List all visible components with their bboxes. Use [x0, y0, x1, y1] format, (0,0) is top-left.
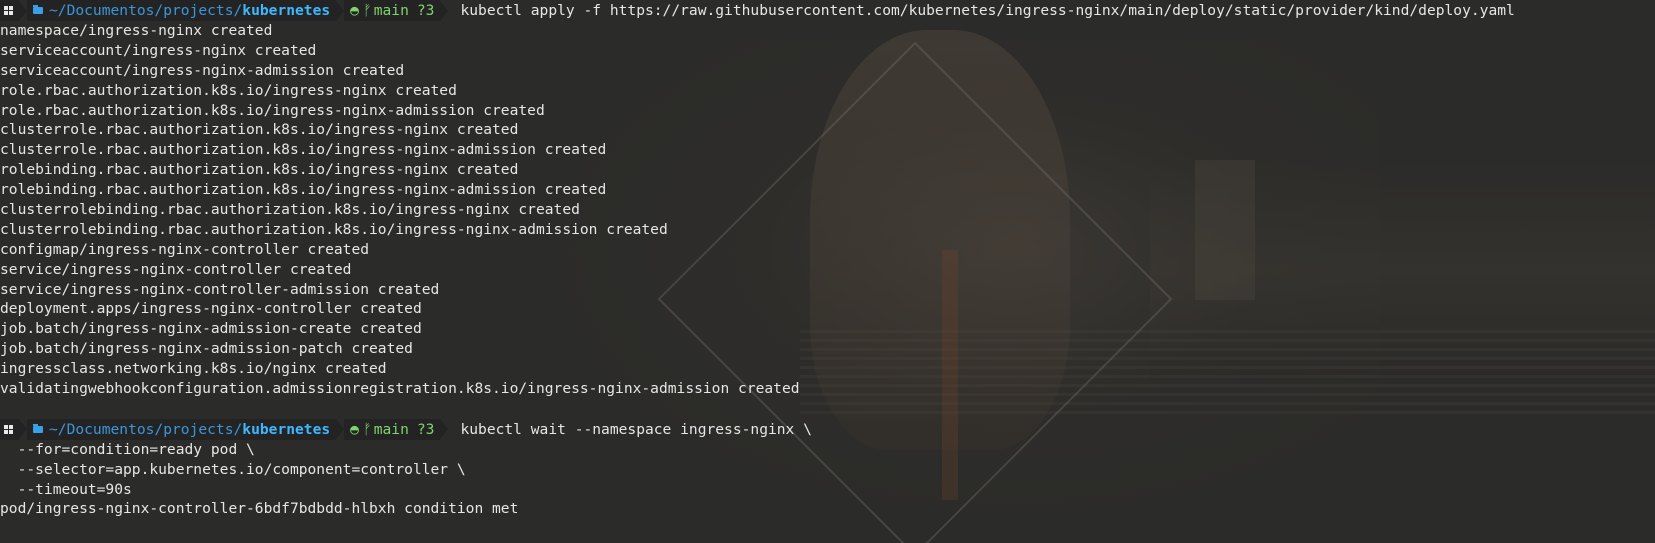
- path-prefix: ~/Documentos/projects/: [49, 2, 243, 19]
- branch-icon: ᚠ: [362, 2, 372, 19]
- output-line: clusterrolebinding.rbac.authorization.k8…: [0, 220, 668, 238]
- output-line: service/ingress-nginx-controller created: [0, 260, 352, 278]
- segment-separator: [440, 0, 449, 21]
- output-line: job.batch/ingress-nginx-admission-create…: [0, 320, 422, 338]
- continuation-line: --for=condition=ready pod \: [0, 440, 255, 458]
- segment-separator: [440, 419, 449, 440]
- output-line: rolebinding.rbac.authorization.k8s.io/in…: [0, 161, 519, 179]
- segment-separator: [19, 419, 27, 440]
- segment-separator: [19, 0, 27, 21]
- terminal-output[interactable]: ~/Documentos/projects/kubernetes ◓ ᚠ main?…: [0, 0, 1655, 519]
- output-line: role.rbac.authorization.k8s.io/ingress-n…: [0, 81, 457, 99]
- git-segment: ◓ ᚠ main ?3: [344, 0, 441, 21]
- output-line: rolebinding.rbac.authorization.k8s.io/in…: [0, 181, 607, 199]
- shell-prompt: ~/Documentos/projects/kubernetes ◓ ᚠ main?…: [0, 418, 1655, 440]
- continuation-line: --selector=app.kubernetes.io/component=c…: [0, 460, 466, 478]
- segment-separator: [336, 0, 345, 21]
- output-line: deployment.apps/ingress-nginx-controller…: [0, 300, 422, 318]
- command-output: namespace/ingress-nginx created serviceac…: [0, 21, 1655, 399]
- output-line: serviceaccount/ingress-nginx-admission c…: [0, 61, 405, 79]
- path-current: kubernetes: [242, 420, 331, 438]
- git-segment: ◓ ᚠ main ?3: [344, 418, 441, 440]
- folder-icon: [33, 423, 43, 433]
- command-text: kubectl apply -f https://raw.githubuserc…: [460, 2, 1515, 19]
- github-cat-icon: ◓: [350, 420, 359, 438]
- output-line: validatingwebhookconfiguration.admission…: [0, 380, 800, 398]
- output-line: clusterrole.rbac.authorization.k8s.io/in…: [0, 121, 519, 139]
- os-segment: [0, 0, 19, 21]
- output-line: clusterrolebinding.rbac.authorization.k8…: [0, 201, 580, 219]
- os-segment: [0, 418, 19, 440]
- output-line: ingressclass.networking.k8s.io/nginx cre…: [0, 360, 387, 378]
- path-current: kubernetes: [242, 2, 331, 19]
- github-cat-icon: ◓: [350, 2, 359, 19]
- folder-icon: [33, 5, 43, 14]
- output-line: job.batch/ingress-nginx-admission-patch …: [0, 340, 413, 358]
- os-icon: [4, 424, 13, 434]
- git-branch: main: [373, 2, 409, 19]
- path-prefix: ~/Documentos/projects/: [49, 420, 243, 438]
- command-text: kubectl wait --namespace ingress-nginx \: [460, 420, 812, 438]
- shell-prompt: ~/Documentos/projects/kubernetes ◓ ᚠ main?…: [0, 0, 1655, 21]
- os-icon: [4, 6, 13, 15]
- output-line: pod/ingress-nginx-controller-6bdf7bdbdd-…: [0, 500, 519, 518]
- git-status: ?3: [416, 420, 435, 438]
- git-status: ?3: [416, 2, 435, 19]
- output-line: namespace/ingress-nginx created: [0, 22, 273, 39]
- output-line: configmap/ingress-nginx-controller creat…: [0, 240, 370, 258]
- command-output: pod/ingress-nginx-controller-6bdf7bdbdd-…: [0, 499, 1655, 519]
- git-branch: main: [373, 420, 409, 438]
- output-line: role.rbac.authorization.k8s.io/ingress-n…: [0, 101, 545, 119]
- command-continuation: --for=condition=ready pod \ --selector=a…: [0, 440, 1655, 500]
- output-line: clusterrole.rbac.authorization.k8s.io/in…: [0, 141, 607, 159]
- segment-separator: [336, 419, 345, 440]
- output-line: service/ingress-nginx-controller-admissi…: [0, 280, 440, 298]
- branch-icon: ᚠ: [362, 420, 372, 438]
- continuation-line: --timeout=90s: [0, 480, 132, 498]
- path-segment: ~/Documentos/projects/kubernetes: [27, 418, 337, 440]
- path-segment: ~/Documentos/projects/kubernetes: [27, 0, 337, 21]
- output-line: serviceaccount/ingress-nginx created: [0, 41, 317, 59]
